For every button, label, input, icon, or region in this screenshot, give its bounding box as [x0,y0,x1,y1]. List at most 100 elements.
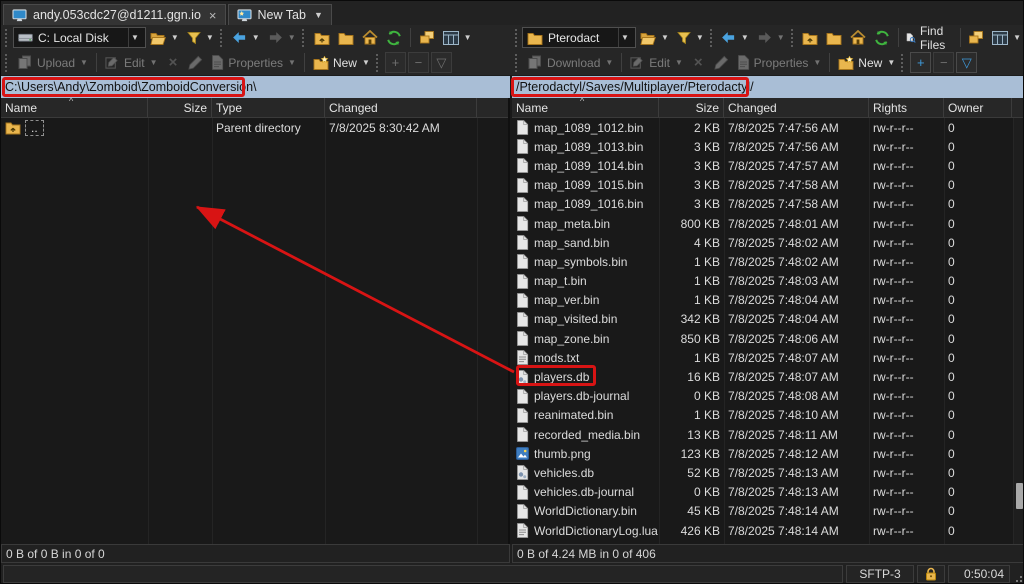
toolbar-grip[interactable] [376,54,380,72]
column-header-type[interactable]: Type [212,98,325,117]
file-row-map_symbols.bin[interactable]: map_symbols.bin1 KB7/8/2025 7:48:02 AMrw… [512,252,1024,271]
column-header-size[interactable]: Size [148,98,212,117]
directory-dropdown-icon[interactable]: ▼ [618,28,631,47]
toolbar-grip[interactable] [901,54,905,72]
file-row-players.db[interactable]: players.db16 KB7/8/2025 7:48:07 AMrw-r--… [512,367,1024,386]
local-properties-button[interactable]: Properties▼ [207,53,300,72]
file-row-map_1089_1014.bin[interactable]: map_1089_1014.bin3 KB7/8/2025 7:47:57 AM… [512,156,1024,175]
remote-copy-session-button[interactable] [964,28,988,47]
toolbar-grip[interactable] [5,54,9,72]
toolbar-grip[interactable] [515,29,518,47]
toolbar-grip[interactable] [5,29,9,47]
column-header-name[interactable]: Name [1,98,148,117]
remote-path-bar[interactable]: /Pterodactyl/Saves/Multiplayer/Pterodact… [512,76,1024,98]
local-refresh-button[interactable] [382,28,406,48]
session-time-cell[interactable]: 0:50:04 [948,565,1010,583]
download-button[interactable]: Download▼ [523,53,617,72]
new-tab-chevron-down-icon[interactable]: ▼ [314,10,323,20]
file-row-mods.txt[interactable]: mods.txt1 KB7/8/2025 7:48:07 AMrw-r--r--… [512,348,1024,367]
remote-back-button[interactable]: ▼ [717,28,753,47]
file-row-map_1089_1013.bin[interactable]: map_1089_1013.bin3 KB7/8/2025 7:47:56 AM… [512,137,1024,156]
local-filter-button[interactable]: ▼ [183,29,218,47]
remote-new-button[interactable]: New▼ [834,54,899,72]
file-row-map_visited.bin[interactable]: map_visited.bin342 KB7/8/2025 7:48:04 AM… [512,310,1024,329]
column-header-changed[interactable]: Changed [325,98,477,117]
local-parent-directory-button[interactable] [310,29,334,47]
remote-select-button[interactable]: + [910,52,931,73]
local-forward-button[interactable]: ▼ [264,28,300,47]
local-unselect-button[interactable]: − [408,52,429,73]
remote-unselect-button[interactable]: − [933,52,954,73]
file-row-map_1089_1016.bin[interactable]: map_1089_1016.bin3 KB7/8/2025 7:47:58 AM… [512,195,1024,214]
remote-parent-directory-button[interactable] [798,29,822,47]
remote-root-directory-button[interactable] [822,29,846,47]
find-files-button[interactable]: Find Files [902,22,955,54]
column-header-changed[interactable]: Changed [724,98,869,117]
file-row-reanimated.bin[interactable]: reanimated.bin1 KB7/8/2025 7:48:10 AMrw-… [512,406,1024,425]
local-open-directory-button[interactable]: ▼ [146,29,183,47]
file-row-parent[interactable]: ..Parent directory7/8/2025 8:30:42 AM [1,118,508,137]
file-row-WorldDictionaryLog.lua[interactable]: WorldDictionaryLog.lua426 KB7/8/2025 7:4… [512,521,1024,540]
local-edit-button[interactable]: Edit▼ [101,53,162,72]
column-header-owner[interactable]: Owner [944,98,1012,117]
toolbar-grip[interactable] [302,29,306,47]
local-root-directory-button[interactable] [334,29,358,47]
local-new-button[interactable]: New▼ [309,54,374,72]
file-row-map_sand.bin[interactable]: map_sand.bin4 KB7/8/2025 7:48:02 AMrw-r-… [512,233,1024,252]
cell-rights: rw-r--r-- [869,118,944,137]
session-tab[interactable]: andy.053cdc27@d1211.ggn.io × [3,4,226,25]
toolbar-grip[interactable] [791,29,794,47]
remote-filter-button[interactable]: ▼ [673,29,708,47]
new-tab[interactable]: New Tab ▼ [228,4,332,25]
local-path-bar[interactable]: C:\Users\Andy\Zomboid\ZomboidConversion\ [1,76,510,98]
upload-button[interactable]: Upload▼ [13,53,92,72]
resize-grip[interactable] [1013,565,1023,583]
remote-forward-button[interactable]: ▼ [753,28,789,47]
file-row-players.db-journal[interactable]: players.db-journal0 KB7/8/2025 7:48:08 A… [512,387,1024,406]
file-row-vehicles.db-journal[interactable]: vehicles.db-journal0 KB7/8/2025 7:48:13 … [512,483,1024,502]
local-delete-button[interactable]: × [162,52,185,73]
file-row-vehicles.db[interactable]: vehicles.db52 KB7/8/2025 7:48:13 AMrw-r-… [512,463,1024,482]
local-rename-button[interactable] [184,53,207,72]
remote-invert-selection-button[interactable]: ▽ [956,52,977,73]
file-row-map_zone.bin[interactable]: map_zone.bin850 KB7/8/2025 7:48:06 AMrw-… [512,329,1024,348]
remote-directory-selector[interactable]: Pterodact ▼ [522,27,636,48]
file-row-map_ver.bin[interactable]: map_ver.bin1 KB7/8/2025 7:48:04 AMrw-r--… [512,291,1024,310]
toolbar-grip[interactable] [515,54,519,72]
file-row-map_meta.bin[interactable]: map_meta.bin800 KB7/8/2025 7:48:01 AMrw-… [512,214,1024,233]
remote-panel-view-button[interactable]: ▼ [988,29,1024,47]
file-row-WorldDictionary.bin[interactable]: WorldDictionary.bin45 KB7/8/2025 7:48:14… [512,502,1024,521]
file-name: vehicles.db-journal [534,485,634,499]
remote-rename-button[interactable] [710,53,733,72]
local-drive-selector[interactable]: C: Local Disk ▼ [13,27,146,48]
cell-changed: 7/8/2025 7:48:06 AM [724,329,869,348]
close-tab-icon[interactable]: × [209,8,217,23]
local-back-button[interactable]: ▼ [228,28,264,47]
drive-dropdown-icon[interactable]: ▼ [128,28,141,47]
column-header-name[interactable]: Name [512,98,659,117]
protocol-cell[interactable]: SFTP-3 [846,565,914,583]
file-row-recorded_media.bin[interactable]: recorded_media.bin13 KB7/8/2025 7:48:11 … [512,425,1024,444]
local-panel-view-button[interactable]: ▼ [439,29,476,47]
file-name: WorldDictionary.bin [534,504,637,518]
local-copy-session-button[interactable] [415,28,439,47]
local-home-directory-button[interactable] [358,28,382,47]
file-row-map_1089_1012.bin[interactable]: map_1089_1012.bin2 KB7/8/2025 7:47:56 AM… [512,118,1024,137]
remote-edit-button[interactable]: Edit▼ [626,53,687,72]
encryption-cell[interactable] [917,565,945,583]
column-header-size[interactable]: Size [659,98,724,117]
remote-open-directory-button[interactable]: ▼ [636,29,673,47]
file-row-map_1089_1015.bin[interactable]: map_1089_1015.bin3 KB7/8/2025 7:47:58 AM… [512,176,1024,195]
local-invert-selection-button[interactable]: ▽ [431,52,452,73]
column-header-rights[interactable]: Rights [869,98,944,117]
remote-properties-button[interactable]: Properties▼ [733,53,826,72]
cell-owner: 0 [944,291,1012,310]
remote-refresh-button[interactable] [870,28,894,48]
file-row-map_t.bin[interactable]: map_t.bin1 KB7/8/2025 7:48:03 AMrw-r--r-… [512,272,1024,291]
toolbar-grip[interactable] [220,29,224,47]
local-select-button[interactable]: + [385,52,406,73]
remote-delete-button[interactable]: × [687,52,710,73]
remote-home-directory-button[interactable] [846,28,870,47]
toolbar-grip[interactable] [710,29,713,47]
file-row-thumb.png[interactable]: thumb.png123 KB7/8/2025 7:48:12 AMrw-r--… [512,444,1024,463]
